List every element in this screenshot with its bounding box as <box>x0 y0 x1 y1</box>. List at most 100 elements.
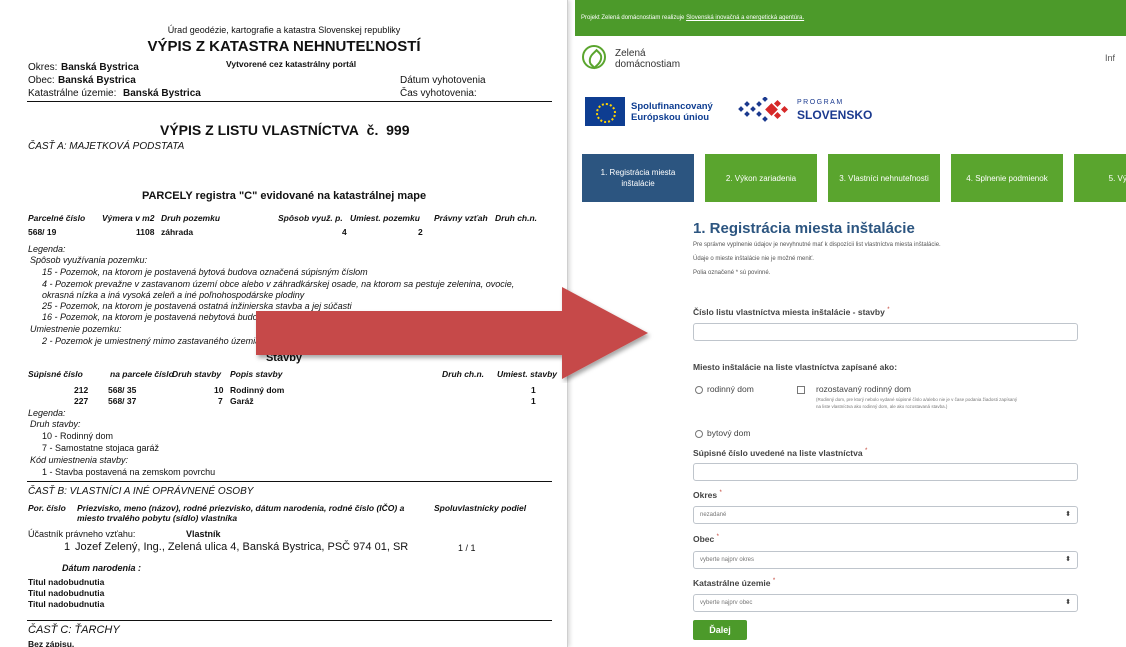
divider <box>27 481 552 482</box>
owner-header-no: Por. číslo <box>28 503 66 513</box>
location-item: 2 - Pozemok je umiestnený mimo zastavané… <box>42 336 283 346</box>
usage-label: Spôsob využívania pozemku: <box>30 255 148 265</box>
municipality-label: Obec: <box>28 75 55 86</box>
building-type-item: 7 - Samostatne stojaca garáž <box>42 443 160 453</box>
owner-share: 1 / 1 <box>458 543 476 553</box>
issue-time-label: Čas vyhotovenia: <box>400 88 477 99</box>
cadastral-area-label: Katastrálne územie: <box>28 88 117 99</box>
part-c-heading: ČASŤ C: ŤARCHY <box>28 624 120 636</box>
issue-date-label: Dátum vyhotovenia <box>400 75 486 86</box>
site-logo-text[interactable]: Zelená domácnostiam <box>615 48 680 70</box>
page-title: 1. Registrácia miesta inštalácie <box>693 220 915 237</box>
lv-number-label: Číslo listu vlastníctva miesta inštaláci… <box>693 307 890 317</box>
cadastral-area-field-label: Katastrálne územie * <box>693 578 776 588</box>
owner-header-name-2: miesto trvalého pobytu (sídlo) vlastníka <box>77 513 238 523</box>
lv-number-input[interactable] <box>693 323 1078 341</box>
registration-portal: Projekt Zelená domácnostiam realizuje Sl… <box>575 0 1126 647</box>
building-type: 7 <box>218 396 223 406</box>
eu-cofinanced-text: Spolufinancovaný Európskou úniou <box>631 101 713 123</box>
parcel-header-land-type: Druh pozemku <box>161 213 221 223</box>
parcel-header-usage: Spôsob využ. p. <box>278 213 343 223</box>
municipality-field-label: Obec * <box>693 534 719 544</box>
building-header-type: Druh stavby <box>172 369 222 379</box>
district-select[interactable]: nezadané ⬍ <box>693 506 1078 524</box>
divider <box>27 101 552 102</box>
part-b-heading: ČASŤ B: VLASTNÍCI A INÉ OPRÁVNENÉ OSOBY <box>28 486 254 497</box>
option-family-house-label: rodinný dom <box>707 384 754 394</box>
municipality-select[interactable]: vyberte najprv okres ⬍ <box>693 551 1078 569</box>
parcel-header-ch-n: Druh ch.n. <box>495 213 538 223</box>
participant-label: Účastník právneho vzťahu: <box>28 529 136 539</box>
placement-label: Kód umiestnenia stavby: <box>30 455 129 465</box>
parcel-header-legal: Právny vzťah <box>434 213 488 223</box>
supisne-number-input[interactable] <box>693 463 1078 481</box>
step-tab-calculation[interactable]: 5. Výpo pod <box>1074 154 1126 202</box>
checkbox-unfinished-house[interactable] <box>797 386 805 394</box>
ownership-list-title: VÝPIS Z LISTU VLASTNÍCTVA č. 999 <box>160 122 410 138</box>
select-arrow-icon: ⬍ <box>1065 556 1071 563</box>
document-title: VÝPIS Z KATASTRA NEHNUTEĽNOSTÍ <box>147 38 421 55</box>
parcel-number: 568/ 19 <box>28 227 57 237</box>
logo-line-1: Zelená <box>615 48 646 59</box>
building-number: 227 <box>74 396 89 406</box>
district-field-label: Okres * <box>693 490 722 500</box>
usage-item: 16 - Pozemok, na ktorom je postavená neb… <box>42 312 378 322</box>
select-arrow-icon: ⬍ <box>1065 511 1071 518</box>
program-small-text: PROGRAM <box>797 99 844 106</box>
topbar-link[interactable]: Slovenská inovačná a energetická agentúr… <box>686 15 804 21</box>
nav-info-link[interactable]: Inf <box>1105 53 1115 63</box>
next-button[interactable]: Ďalej <box>693 620 747 640</box>
unfinished-note-2: na liste vlastníctva ako rodinný dom, al… <box>816 404 948 409</box>
radio-apartment-house[interactable] <box>695 430 703 438</box>
owner-number: 1 <box>64 541 71 553</box>
owner-header-share: Spoluvlastnícky podiel <box>434 503 527 513</box>
parcel-header-location: Umiest. pozemku <box>350 213 420 223</box>
program-big-text: SLOVENSKO <box>797 108 873 122</box>
step-tab-registration[interactable]: 1. Registrácia miesta inštalácie <box>582 154 694 202</box>
parcels-heading: PARCELY registra "C" evidované na katast… <box>141 190 427 202</box>
part-a-heading: ČASŤ A: MAJETKOVÁ PODSTATA <box>28 141 185 152</box>
building-location: 1 <box>531 396 536 406</box>
building-header-description: Popis stavby <box>230 369 283 379</box>
cadastral-area-select[interactable]: vyberte najprv obec ⬍ <box>693 594 1078 612</box>
unfinished-note-1: (Rodinný dom, pre ktorý nebolo vydané sú… <box>816 397 1018 402</box>
cadastral-extract-document: Úrad geodézie, kartografie a katastra Sl… <box>0 0 568 647</box>
eu-flag-icon <box>585 97 625 126</box>
building-type-label: Druh stavby: <box>30 419 81 429</box>
usage-item: 15 - Pozemok, na ktorom je postavená byt… <box>42 267 368 277</box>
topbar-text: Projekt Zelená domácnostiam realizuje <box>581 15 685 21</box>
parcel-area: 1108 <box>136 227 155 237</box>
supisne-number-label: Súpisné číslo uvedené na liste vlastníct… <box>693 448 868 458</box>
created-via: Vytvorené cez katastrálny portál <box>226 59 357 69</box>
title-acquisition: Titul nadobudnutia <box>28 599 105 609</box>
program-slovensko-logo-icon <box>738 97 789 122</box>
district-label: Okres: <box>28 62 58 73</box>
building-header-location: Umiest. stavby <box>497 369 557 379</box>
parcel-land-type: záhrada <box>161 227 194 237</box>
option-apartment-label: bytový dom <box>707 428 751 438</box>
building-type-item: 10 - Rodinný dom <box>42 431 114 441</box>
radio-family-house[interactable] <box>695 386 703 394</box>
district-value: Banská Bystrica <box>61 62 139 73</box>
building-parcel: 568/ 37 <box>108 396 137 406</box>
leaf-logo-icon[interactable] <box>582 45 606 69</box>
building-header-ch-n: Druh ch.n. <box>442 369 485 379</box>
building-description: Garáž <box>230 396 254 406</box>
participant-role: Vlastník <box>186 529 221 539</box>
cadastral-area-value: Banská Bystrica <box>123 88 201 99</box>
step-tab-device-output[interactable]: 2. Výkon zariadenia <box>705 154 817 202</box>
select-arrow-icon: ⬍ <box>1065 599 1071 606</box>
parcel-header-area: Výmera v m2 <box>102 213 155 223</box>
note-line-3: Polia označené * sú povinné. <box>693 270 771 276</box>
option-unfinished-label: rozostavaný rodinný dom <box>816 384 911 394</box>
parcel-header-number: Parcelné číslo <box>28 213 86 223</box>
building-header-number: Súpisné číslo <box>28 369 83 379</box>
place-label: Miesto inštalácie na liste vlastníctva z… <box>693 362 898 372</box>
step-tab-owners[interactable]: 3. Vlastníci nehnuteľnosti <box>828 154 940 202</box>
divider <box>27 620 552 621</box>
placement-item: 1 - Stavba postavená na zemskom povrchu <box>42 467 216 477</box>
note-line-2: Údaje o mieste inštalácie nie je možné m… <box>693 256 814 262</box>
parcel-location: 2 <box>418 227 423 237</box>
logo-line-2: domácnostiam <box>615 59 681 70</box>
step-tab-conditions[interactable]: 4. Splnenie podmienok <box>951 154 1063 202</box>
